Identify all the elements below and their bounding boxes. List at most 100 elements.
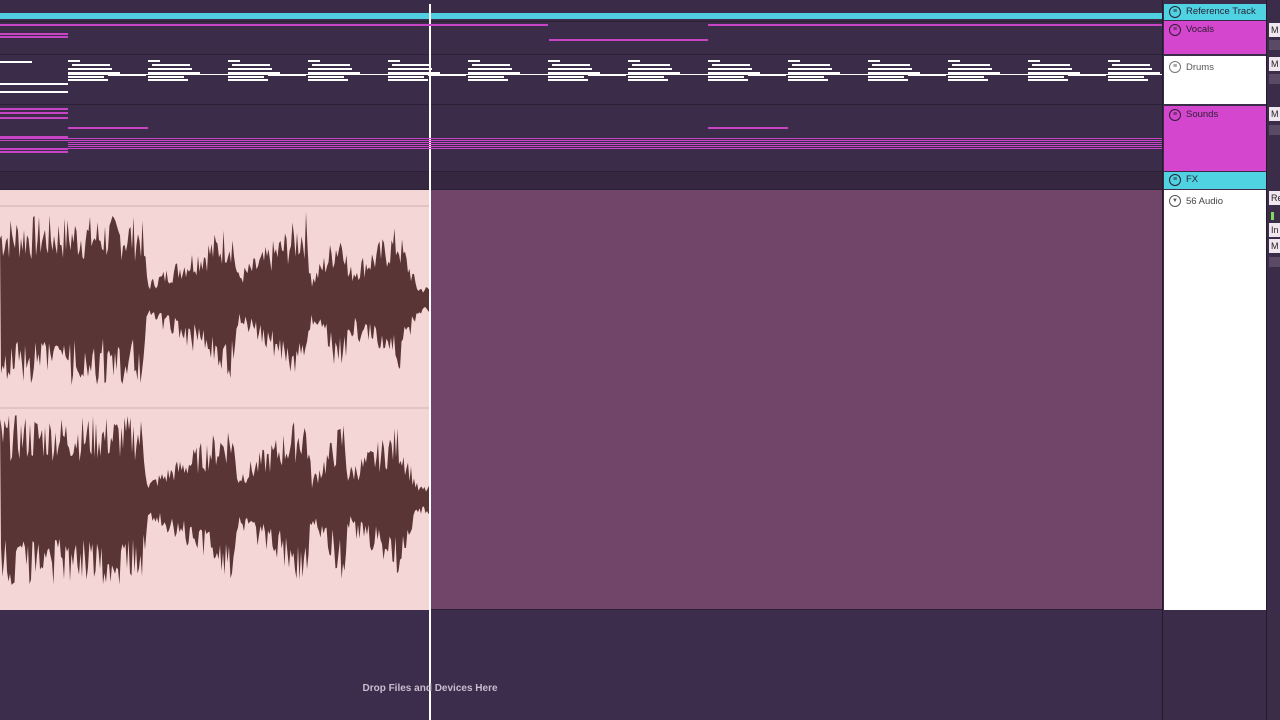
sounds-midi-line <box>0 140 1162 141</box>
drum-note <box>948 68 992 70</box>
lane-reference-track[interactable] <box>0 0 1162 22</box>
drum-note <box>308 79 348 81</box>
group-fold-icon[interactable]: ≡ <box>1169 174 1181 186</box>
drum-note <box>788 79 828 81</box>
sounds-midi-line <box>68 144 1162 145</box>
drum-note <box>1112 64 1150 66</box>
drum-note <box>868 68 912 70</box>
track-header-drums[interactable]: ≡ Drums <box>1164 56 1267 104</box>
drum-note <box>68 68 112 70</box>
drum-note <box>68 79 108 81</box>
mixer-control[interactable] <box>1269 74 1280 84</box>
drum-note <box>628 79 668 81</box>
drum-note <box>232 64 270 66</box>
drum-note <box>948 79 988 81</box>
drum-note <box>468 68 512 70</box>
track-name: 56 Audio <box>1186 196 1223 207</box>
drum-note <box>148 60 160 62</box>
reference-clip[interactable] <box>0 13 1162 19</box>
track-header-fx[interactable]: ≡ FX <box>1164 172 1267 189</box>
mixer-strip: M M M Re In M <box>1266 0 1280 720</box>
drum-note <box>548 60 560 62</box>
drum-note <box>1108 76 1144 78</box>
waveform-channel <box>0 415 430 585</box>
vocal-midi-line <box>708 24 1162 26</box>
drum-note <box>1028 60 1040 62</box>
drum-note <box>792 64 830 66</box>
group-fold-icon[interactable]: ≡ <box>1169 24 1181 36</box>
drum-note <box>548 68 592 70</box>
drum-note <box>628 68 672 70</box>
sounds-midi-line <box>0 151 68 153</box>
drum-note <box>388 60 400 62</box>
drum-note <box>948 76 984 78</box>
sounds-midi-line <box>0 112 68 114</box>
drum-note <box>392 64 430 66</box>
drum-note <box>708 79 748 81</box>
drum-note <box>228 76 264 78</box>
drum-note <box>868 60 880 62</box>
track-header-vocals[interactable]: ≡ Vocals <box>1164 21 1267 54</box>
drum-note <box>1028 76 1064 78</box>
drum-note <box>628 76 664 78</box>
drum-note <box>788 76 824 78</box>
drum-note <box>308 68 352 70</box>
mute-button-audio[interactable]: M <box>1269 239 1280 253</box>
drop-files-hint: Drop Files and Devices Here <box>362 683 498 694</box>
audio-clip[interactable] <box>0 190 430 610</box>
track-header-sounds[interactable]: ≡ Sounds <box>1164 106 1267 171</box>
track-name: Reference Track <box>1186 6 1256 17</box>
drum-note <box>1028 68 1072 70</box>
drum-note <box>552 64 590 66</box>
track-name: Vocals <box>1186 24 1214 35</box>
drum-note <box>68 74 1162 75</box>
drum-note <box>708 76 744 78</box>
track-header-reference[interactable]: ≡ Reference Track <box>1164 4 1267 20</box>
drum-note <box>152 64 190 66</box>
drum-note <box>872 64 910 66</box>
drum-note <box>1032 64 1070 66</box>
mute-button-vocals[interactable]: M <box>1269 23 1280 37</box>
drum-note <box>148 76 184 78</box>
sounds-midi-line <box>68 146 1162 147</box>
drum-note <box>708 60 720 62</box>
drum-note <box>628 60 640 62</box>
drum-note <box>868 76 904 78</box>
sounds-midi-line <box>68 127 148 129</box>
drum-note <box>708 68 752 70</box>
drum-note <box>312 64 350 66</box>
mute-button-drums[interactable]: M <box>1269 57 1280 71</box>
drop-area[interactable] <box>0 610 1162 720</box>
track-name: Drums <box>1186 62 1214 73</box>
mixer-control[interactable] <box>1269 40 1280 50</box>
group-fold-icon[interactable]: ≡ <box>1169 6 1181 18</box>
group-fold-icon[interactable]: ≡ <box>1169 61 1181 73</box>
drum-note <box>308 76 344 78</box>
chevron-down-icon[interactable]: ▼ <box>1169 195 1181 207</box>
record-arm-button[interactable]: Re <box>1269 191 1280 205</box>
drum-note <box>1108 79 1148 81</box>
playhead[interactable] <box>429 4 431 720</box>
drum-note <box>632 64 670 66</box>
drum-note <box>228 60 240 62</box>
input-monitor-button[interactable]: In <box>1269 223 1280 237</box>
lane-fx[interactable] <box>0 172 1162 190</box>
drum-note <box>788 60 800 62</box>
drum-note <box>788 68 832 70</box>
track-header-audio[interactable]: ▼ 56 Audio <box>1164 190 1267 610</box>
arrangement-view[interactable]: Drop Files and Devices Here <box>0 0 1162 720</box>
drum-note <box>868 79 908 81</box>
drum-note <box>148 68 192 70</box>
drum-note <box>308 60 320 62</box>
mixer-control[interactable] <box>1269 257 1280 267</box>
drum-note <box>388 79 428 81</box>
mixer-control[interactable] <box>1269 125 1280 135</box>
sounds-midi-line <box>0 117 68 119</box>
drum-note <box>948 60 960 62</box>
drum-note <box>468 60 480 62</box>
sounds-midi-line <box>0 138 1162 139</box>
mute-button-sounds[interactable]: M <box>1269 107 1280 121</box>
sounds-midi-line <box>708 127 788 129</box>
sounds-midi-line <box>0 148 68 150</box>
group-fold-icon[interactable]: ≡ <box>1169 109 1181 121</box>
